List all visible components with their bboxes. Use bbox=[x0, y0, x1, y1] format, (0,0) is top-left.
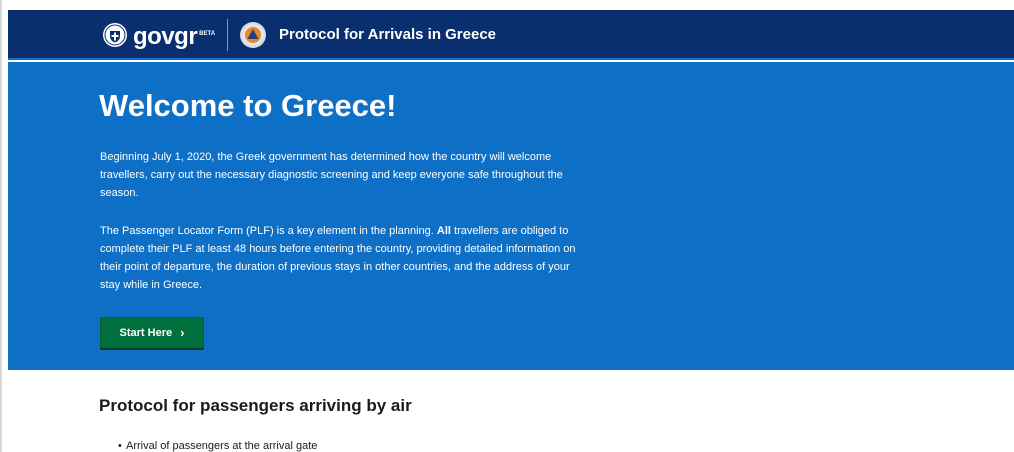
chevron-right-icon: › bbox=[180, 325, 185, 340]
govgr-logo[interactable]: gov gr BETA bbox=[103, 19, 267, 51]
section-heading: Protocol for passengers arriving by air bbox=[99, 396, 412, 415]
header-divider bbox=[227, 19, 229, 51]
hero-banner: Welcome to Greece! Beginning July 1, 202… bbox=[8, 62, 1014, 370]
brand-accent-text: gr bbox=[174, 22, 198, 50]
civil-protection-icon bbox=[240, 22, 267, 48]
window-left-border bbox=[0, 0, 8, 452]
brand-main-text: gov bbox=[133, 22, 175, 50]
greek-coat-of-arms-icon bbox=[103, 23, 127, 47]
start-here-label: Start Here bbox=[119, 326, 173, 339]
arrival-steps-list: Arrival of passengers at the arrival gat… bbox=[118, 440, 317, 452]
page-title: Welcome to Greece! bbox=[99, 88, 397, 123]
site-title[interactable]: Protocol for Arrivals in Greece bbox=[279, 26, 496, 43]
start-here-button[interactable]: Start Here › bbox=[100, 317, 204, 348]
window-top-border bbox=[0, 0, 1014, 10]
beta-badge: BETA bbox=[199, 30, 216, 37]
list-item: Arrival of passengers at the arrival gat… bbox=[118, 440, 317, 452]
intro-paragraph: Beginning July 1, 2020, the Greek govern… bbox=[100, 151, 563, 199]
plf-text-start: The Passenger Locator Form (PLF) is a ke… bbox=[100, 225, 437, 237]
plf-emphasis: All bbox=[436, 225, 451, 237]
site-header: gov gr BETA Protocol for Arrivals in Greec… bbox=[8, 10, 1014, 60]
brand-wordmark: gov gr BETA bbox=[133, 22, 215, 49]
plf-paragraph: The Passenger Locator Form (PLF) is a ke… bbox=[100, 222, 580, 294]
